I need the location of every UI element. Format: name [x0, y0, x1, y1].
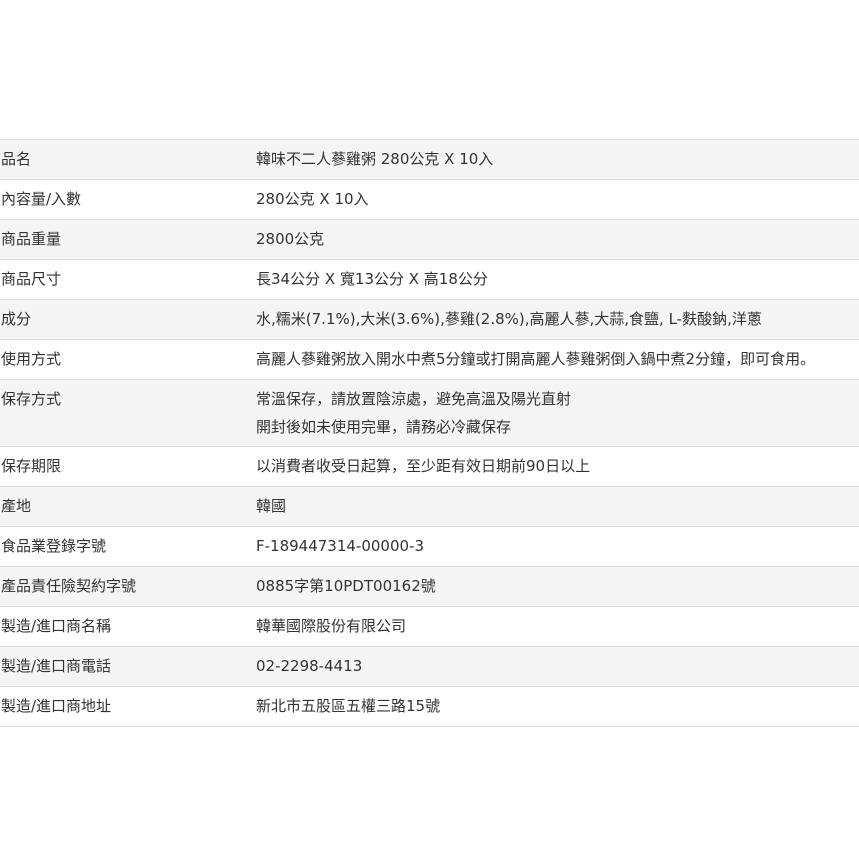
spec-value-line: 韓味不二人蔘雞粥 280公克 X 10入: [256, 150, 494, 168]
spec-value-line: 0885字第10PDT00162號: [256, 577, 436, 595]
spec-value-line: 2800公克: [256, 230, 325, 248]
spec-value-line: 以消費者收受日起算，至少距有效日期前90日以上: [256, 457, 591, 475]
spec-value-line: 長34公分 X 寬13公分 X 高18公分: [256, 270, 488, 288]
spec-value-line: 新北市五股區五權三路15號: [256, 697, 441, 715]
spec-value: 長34公分 X 寬13公分 X 高18公分: [256, 260, 859, 299]
spec-row-weight: 商品重量 2800公克: [0, 220, 859, 260]
spec-row-importer-address: 製造/進口商地址 新北市五股區五權三路15號: [0, 687, 859, 727]
spec-value: 新北市五股區五權三路15號: [256, 687, 859, 726]
spec-value-line: 280公克 X 10入: [256, 190, 369, 208]
spec-value: 02-2298-4413: [256, 647, 859, 686]
spec-value-line: 常溫保存，請放置陰涼處，避免高溫及陽光直射: [256, 390, 572, 408]
spec-value: 韓華國際股份有限公司: [256, 607, 859, 646]
spec-label: 成分: [1, 310, 32, 328]
spec-row-dimensions: 商品尺寸 長34公分 X 寬13公分 X 高18公分: [0, 260, 859, 300]
spec-row-food-registration: 食品業登錄字號 F-189447314-00000-3: [0, 527, 859, 567]
spec-row-usage: 使用方式 高麗人蔘雞粥放入開水中煮5分鐘或打開高麗人蔘雞粥倒入鍋中煮2分鐘，即可…: [0, 340, 859, 380]
spec-value-line: 開封後如未使用完畢，請務必冷藏保存: [256, 418, 512, 436]
spec-value: 常溫保存，請放置陰涼處，避免高溫及陽光直射 開封後如未使用完畢，請務必冷藏保存: [256, 380, 859, 446]
spec-label: 製造/進口商地址: [1, 697, 112, 715]
spec-label: 品名: [1, 150, 32, 168]
spec-label: 產地: [1, 497, 32, 515]
spec-label: 製造/進口商名稱: [1, 617, 112, 635]
spec-value: 水,糯米(7.1%),大米(3.6%),蔘雞(2.8%),高麗人蔘,大蒜,食鹽,…: [256, 300, 859, 339]
spec-label: 保存方式: [1, 390, 62, 408]
spec-label: 使用方式: [1, 350, 62, 368]
spec-label: 產品責任險契約字號: [1, 577, 137, 595]
spec-value-line: 水,糯米(7.1%),大米(3.6%),蔘雞(2.8%),高麗人蔘,大蒜,食鹽,…: [256, 310, 762, 328]
spec-row-importer-phone: 製造/進口商電話 02-2298-4413: [0, 647, 859, 687]
spec-value: 以消費者收受日起算，至少距有效日期前90日以上: [256, 447, 859, 486]
spec-value: 韓國: [256, 487, 859, 526]
spec-label: 製造/進口商電話: [1, 657, 112, 675]
spec-label: 商品尺寸: [1, 270, 62, 288]
spec-label: 保存期限: [1, 457, 62, 475]
spec-value: 韓味不二人蔘雞粥 280公克 X 10入: [256, 140, 859, 179]
spec-value-line: 韓國: [256, 497, 287, 515]
spec-value-line: 韓華國際股份有限公司: [256, 617, 407, 635]
spec-value-line: 02-2298-4413: [256, 657, 363, 675]
spec-label: 食品業登錄字號: [1, 537, 107, 555]
spec-value: 高麗人蔘雞粥放入開水中煮5分鐘或打開高麗人蔘雞粥倒入鍋中煮2分鐘，即可食用。: [256, 340, 859, 379]
spec-value-line: F-189447314-00000-3: [256, 537, 425, 555]
spec-row-shelf-life: 保存期限 以消費者收受日起算，至少距有效日期前90日以上: [0, 447, 859, 487]
spec-value: F-189447314-00000-3: [256, 527, 859, 566]
spec-value: 2800公克: [256, 220, 859, 259]
spec-label: 內容量/入數: [1, 190, 82, 208]
spec-value: 0885字第10PDT00162號: [256, 567, 859, 606]
spec-row-storage: 保存方式 常溫保存，請放置陰涼處，避免高溫及陽光直射 開封後如未使用完畢，請務必…: [0, 380, 859, 447]
spec-row-liability-insurance: 產品責任險契約字號 0885字第10PDT00162號: [0, 567, 859, 607]
spec-row-contents: 內容量/入數 280公克 X 10入: [0, 180, 859, 220]
product-spec-table: 品名 韓味不二人蔘雞粥 280公克 X 10入 內容量/入數 280公克 X 1…: [0, 139, 859, 727]
spec-label: 商品重量: [1, 230, 62, 248]
spec-value: 280公克 X 10入: [256, 180, 859, 219]
spec-row-importer-name: 製造/進口商名稱 韓華國際股份有限公司: [0, 607, 859, 647]
spec-value-line: 高麗人蔘雞粥放入開水中煮5分鐘或打開高麗人蔘雞粥倒入鍋中煮2分鐘，即可食用。: [256, 350, 816, 368]
spec-row-product-name: 品名 韓味不二人蔘雞粥 280公克 X 10入: [0, 140, 859, 180]
spec-row-ingredients: 成分 水,糯米(7.1%),大米(3.6%),蔘雞(2.8%),高麗人蔘,大蒜,…: [0, 300, 859, 340]
spec-row-origin: 產地 韓國: [0, 487, 859, 527]
